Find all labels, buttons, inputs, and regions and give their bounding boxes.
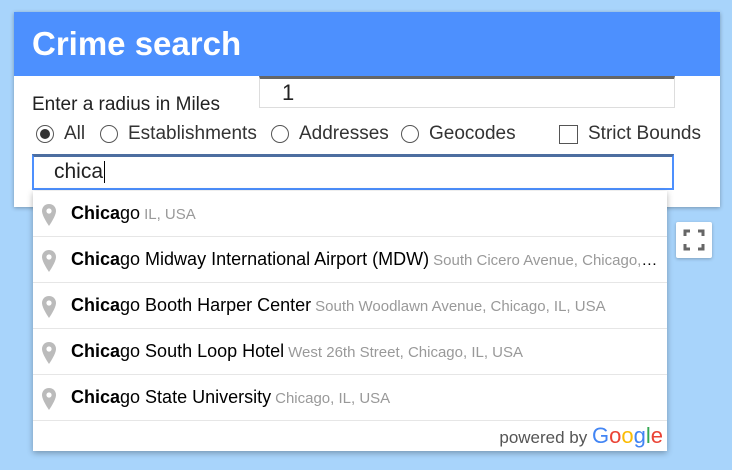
suggestion-match: Chica xyxy=(71,249,121,269)
suggestion-rest: go Booth Harper Center xyxy=(120,295,312,315)
text-caret xyxy=(104,161,106,184)
suggestion-secondary: West 26th Street, Chicago, IL, USA xyxy=(288,344,524,361)
place-type-selector: All Establishments Addresses Geocodes St… xyxy=(14,120,720,150)
suggestion-text: Chicago South Loop Hotel West 26th Street… xyxy=(71,341,659,362)
powered-by-google: powered by Google xyxy=(499,423,663,449)
suggestion-match: Chica xyxy=(71,203,121,223)
radio-establishments[interactable]: Establishments xyxy=(100,123,257,145)
map-pin-icon xyxy=(42,388,56,410)
panel-title: Crime search xyxy=(14,12,720,76)
fullscreen-button[interactable] xyxy=(676,222,712,258)
map-pin-icon xyxy=(42,342,56,364)
radio-establishments-circle[interactable] xyxy=(100,125,118,143)
radio-addresses[interactable]: Addresses xyxy=(271,123,389,145)
suggestion-text: Chicago IL, USA xyxy=(71,203,659,224)
radio-all-circle[interactable] xyxy=(36,125,54,143)
suggestion-text: Chicago State University Chicago, IL, USA xyxy=(71,387,659,408)
suggestion-match: Chica xyxy=(71,341,121,361)
suggestion-match: Chica xyxy=(71,295,121,315)
suggestion-rest: go South Loop Hotel xyxy=(120,341,285,361)
suggestion-text: Chicago Booth Harper Center South Woodlaw… xyxy=(71,295,659,316)
suggestion-match: Chica xyxy=(71,387,121,407)
radio-addresses-circle[interactable] xyxy=(271,125,289,143)
radio-establishments-label: Establishments xyxy=(128,123,257,144)
google-logo: Google xyxy=(592,423,663,448)
map-pin-icon xyxy=(42,250,56,272)
suggestion-secondary: South Cicero Avenue, Chicago, IL, USA xyxy=(433,252,659,269)
radio-addresses-label: Addresses xyxy=(299,123,389,144)
suggestion-item[interactable]: Chicago State University Chicago, IL, USA xyxy=(33,375,667,421)
google-letter: g xyxy=(633,423,646,448)
suggestion-rest: go State University xyxy=(120,387,272,407)
suggestion-rest: go xyxy=(120,203,141,223)
radius-label: Enter a radius in Miles xyxy=(32,94,220,115)
suggestion-rest: go Midway International Airport (MDW) xyxy=(120,249,430,269)
google-letter: o xyxy=(609,423,622,448)
suggestion-item[interactable]: Chicago South Loop Hotel West 26th Street… xyxy=(33,329,667,375)
suggestion-text: Chicago Midway International Airport (MD… xyxy=(71,249,659,270)
radius-input[interactable]: 1 xyxy=(259,76,675,108)
strict-bounds-label: Strict Bounds xyxy=(588,123,701,144)
crime-search-panel: Crime search Enter a radius in Miles 1 A… xyxy=(14,12,720,207)
suggestion-secondary: Chicago, IL, USA xyxy=(275,390,391,407)
search-input-value: chica xyxy=(54,160,104,183)
radio-geocodes[interactable]: Geocodes xyxy=(401,123,516,145)
suggestion-secondary: IL, USA xyxy=(144,206,196,223)
radius-row: Enter a radius in Miles 1 xyxy=(14,76,720,120)
suggestion-item[interactable]: Chicago Booth Harper Center South Woodlaw… xyxy=(33,283,667,329)
fullscreen-icon xyxy=(683,229,705,251)
strict-bounds-checkbox[interactable] xyxy=(559,124,578,144)
radio-all[interactable]: All xyxy=(36,123,85,145)
suggestion-item[interactable]: Chicago Midway International Airport (MD… xyxy=(33,237,667,283)
suggestion-item[interactable]: Chicago IL, USA xyxy=(33,191,667,237)
google-letter: o xyxy=(621,423,634,448)
autocomplete-suggestions: Chicago IL, USA Chicago Midway Internatio… xyxy=(33,191,667,451)
powered-by-label: powered by xyxy=(499,428,588,447)
map-pin-icon xyxy=(42,204,56,226)
map-pin-icon xyxy=(42,296,56,318)
radio-geocodes-circle[interactable] xyxy=(401,125,419,143)
place-search-input[interactable]: chica xyxy=(32,154,674,190)
strict-bounds-toggle[interactable]: Strict Bounds xyxy=(559,123,701,145)
suggestion-secondary: South Woodlawn Avenue, Chicago, IL, USA xyxy=(315,298,606,315)
radio-selected-dot xyxy=(40,129,50,139)
radio-geocodes-label: Geocodes xyxy=(429,123,516,144)
google-letter: G xyxy=(591,423,610,448)
google-letter: e xyxy=(650,423,663,448)
radio-all-label: All xyxy=(64,123,86,144)
